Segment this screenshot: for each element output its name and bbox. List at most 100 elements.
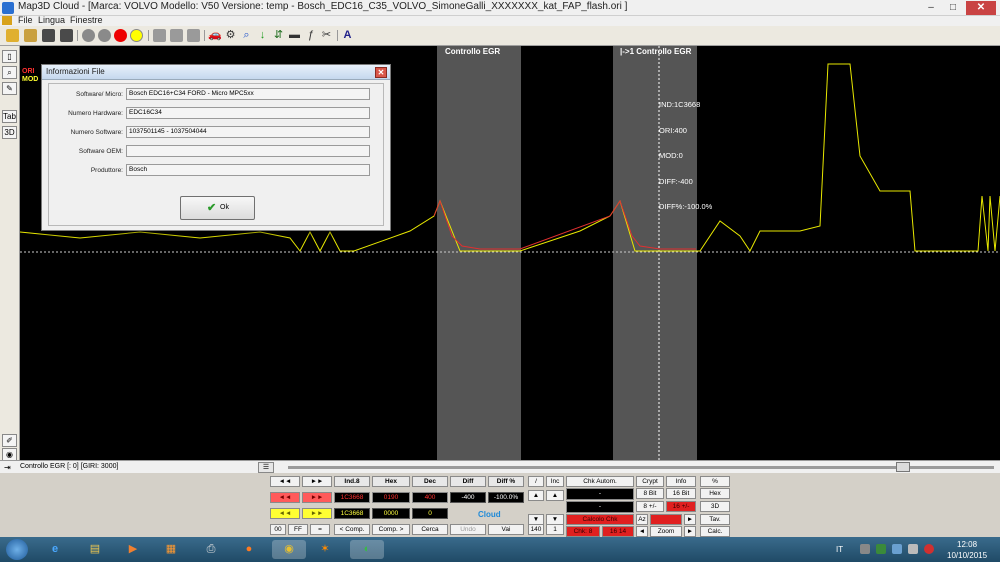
volume-icon[interactable]	[908, 544, 918, 554]
zoom-button[interactable]: Zoom	[650, 526, 682, 537]
hex-button[interactable]: Hex	[700, 488, 730, 499]
status-arrow-icon: ⇥	[4, 463, 11, 472]
minus-icon[interactable]: ▬	[288, 29, 301, 42]
software-oem-field[interactable]	[126, 145, 370, 157]
yellow-circle-icon[interactable]	[130, 29, 143, 42]
3d-button[interactable]: 3D	[2, 126, 17, 139]
tab-button[interactable]: Tab	[2, 110, 17, 123]
forward-button[interactable]: ►►	[302, 476, 332, 487]
inc-up-arrow-button[interactable]: ▲	[546, 490, 564, 501]
rewind-button[interactable]: ◄◄	[270, 476, 300, 487]
16-plusminus-button[interactable]: 16 +/-	[666, 501, 696, 512]
car-icon[interactable]: 🚗	[208, 29, 222, 42]
gray-page-icon[interactable]	[170, 29, 183, 42]
calc-button[interactable]: Calc.	[700, 526, 730, 537]
8-bit-button[interactable]: 8 Bit	[636, 488, 664, 499]
horizontal-scrollbar[interactable]	[288, 466, 994, 469]
scissors-icon[interactable]: ✂	[320, 29, 333, 42]
language-indicator[interactable]: IT	[836, 545, 843, 554]
8-plusminus-button[interactable]: 8 +/-	[636, 501, 664, 512]
table-button[interactable]: Tav.	[700, 514, 730, 525]
function-icon[interactable]: ƒ	[304, 29, 317, 42]
search-icon[interactable]: ⌕	[240, 29, 253, 42]
open-folder-icon[interactable]	[6, 29, 19, 42]
percent-button[interactable]: %	[700, 476, 730, 487]
compare-icon[interactable]: ⇵	[272, 29, 285, 42]
zoom-right-button[interactable]: ►	[684, 526, 696, 537]
ok-button[interactable]: ✔ Ok	[180, 196, 255, 220]
save-as-icon[interactable]	[60, 29, 73, 42]
16-bit-button[interactable]: 16 Bit	[666, 488, 696, 499]
menu-file[interactable]: File	[18, 15, 33, 25]
network-icon[interactable]	[876, 544, 886, 554]
up-arrow-button[interactable]: ▲	[528, 490, 544, 501]
next-compare-button[interactable]: Comp. >	[372, 524, 410, 535]
tray-arrow-icon[interactable]	[860, 544, 870, 554]
red-rewind-button[interactable]: ◄◄	[270, 492, 300, 503]
hardware-number-field[interactable]: EDC16C34	[126, 107, 370, 119]
menu-lingua[interactable]: Lingua	[38, 15, 65, 25]
gray-circle-icon[interactable]	[82, 29, 95, 42]
go-button[interactable]: Vai	[488, 524, 524, 535]
list-button[interactable]: ☰	[258, 462, 274, 473]
inc-value-field[interactable]: 140	[528, 524, 544, 535]
undo-button[interactable]: Undo	[450, 524, 486, 535]
slash-button[interactable]: /	[528, 476, 544, 487]
flag-icon[interactable]	[892, 544, 902, 554]
map3d-taskbar-icon[interactable]: ◐	[350, 540, 384, 559]
eyedropper-icon[interactable]: ✐	[2, 434, 17, 447]
clock-time[interactable]: 12:08	[957, 540, 977, 549]
tooltip-mod: MOD:0	[659, 151, 683, 160]
crypt-button[interactable]: Crypt	[636, 476, 664, 487]
chrome-icon[interactable]: ◉	[272, 540, 306, 559]
equal-button[interactable]: =	[310, 524, 330, 535]
media-player-icon[interactable]: ▶	[122, 540, 144, 559]
minimize-button[interactable]: –	[922, 1, 940, 15]
download-arrow-icon[interactable]: ↓	[256, 29, 269, 42]
inc-value-field-2[interactable]: 1	[546, 524, 564, 535]
start-button[interactable]	[6, 539, 28, 560]
fill-00-button[interactable]: 00	[270, 524, 286, 535]
gray-page-icon[interactable]	[187, 29, 200, 42]
toolbox-icon[interactable]: ▦	[160, 540, 182, 559]
manufacturer-field[interactable]: Bosch	[126, 164, 370, 176]
internet-explorer-icon[interactable]: e	[44, 540, 66, 559]
save-icon[interactable]	[42, 29, 55, 42]
font-icon[interactable]: A	[341, 29, 354, 42]
yellow-rewind-button[interactable]: ◄◄	[270, 508, 300, 519]
software-micro-field[interactable]: Bosch EDC16+C34 FORD - Micro MPC5xx	[126, 88, 370, 100]
clock-date[interactable]: 10/10/2015	[947, 551, 987, 560]
pencil-icon[interactable]: ✎	[2, 82, 17, 95]
software-number-field[interactable]: 1037501145 - 1037504044	[126, 126, 370, 138]
dialog-title-bar: Informazioni File ✕	[42, 65, 390, 80]
red-circle-icon[interactable]	[114, 29, 127, 42]
prev-compare-button[interactable]: < Comp.	[334, 524, 370, 535]
avast-icon[interactable]: ✶	[314, 540, 336, 559]
az-button[interactable]: Az	[636, 514, 648, 525]
maximize-button[interactable]: □	[944, 1, 962, 15]
file-explorer-icon[interactable]: ▤	[84, 540, 106, 559]
open-file-icon[interactable]	[24, 29, 37, 42]
zoom-icon[interactable]: ⌕	[2, 66, 17, 79]
search-button[interactable]: Cerca	[412, 524, 448, 535]
right-arrow-button[interactable]: ►	[684, 514, 696, 525]
phone-icon[interactable]: ▯	[2, 50, 17, 63]
printer-icon[interactable]: ⎙	[200, 540, 222, 559]
gray-page-icon[interactable]	[153, 29, 166, 42]
gray-circle-icon[interactable]	[98, 29, 111, 42]
antivirus-icon[interactable]	[924, 544, 934, 554]
fill-ff-button[interactable]: FF	[288, 524, 308, 535]
3d-view-button[interactable]: 3D	[700, 501, 730, 512]
info-button[interactable]: Info	[666, 476, 696, 487]
close-button[interactable]: ✕	[966, 1, 996, 15]
scrollbar-thumb[interactable]	[896, 462, 910, 472]
red-forward-button[interactable]: ►►	[302, 492, 332, 503]
yellow-forward-button[interactable]: ►►	[302, 508, 332, 519]
menu-finestre[interactable]: Finestre	[70, 15, 103, 25]
calculate-checksum-button[interactable]: Calcolo Chk	[566, 514, 634, 525]
chk-autom-button[interactable]: Chk Autom.	[566, 476, 634, 487]
wrench-icon[interactable]: ⚙	[224, 29, 237, 42]
dialog-close-button[interactable]: ✕	[375, 67, 387, 78]
zoom-left-button[interactable]: ◄	[636, 526, 648, 537]
firefox-icon[interactable]: ●	[238, 540, 260, 559]
